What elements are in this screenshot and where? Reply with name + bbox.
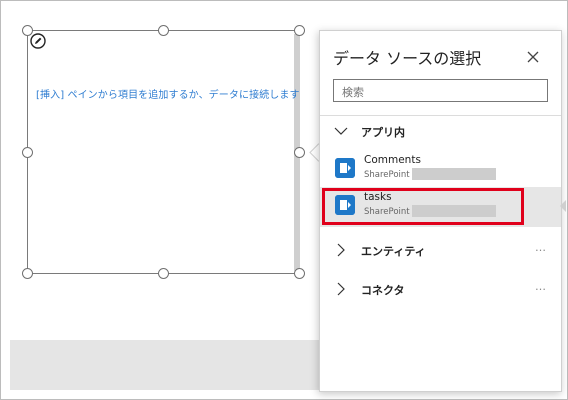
resize-handle-top-left[interactable] bbox=[22, 25, 33, 36]
sharepoint-list-icon bbox=[335, 158, 355, 178]
resize-handle-top[interactable] bbox=[158, 25, 169, 36]
panel-divider bbox=[320, 115, 561, 116]
gallery-control[interactable] bbox=[27, 30, 300, 274]
chevron-right-icon bbox=[337, 282, 345, 296]
search-input[interactable] bbox=[333, 79, 548, 102]
group-entities[interactable]: エンティティ … bbox=[333, 239, 548, 263]
resize-handle-bottom-left[interactable] bbox=[22, 268, 33, 279]
resize-handle-left[interactable] bbox=[22, 147, 33, 158]
resize-handle-right[interactable] bbox=[294, 147, 305, 158]
group-in-app[interactable]: アプリ内 bbox=[333, 120, 548, 144]
group-connectors[interactable]: コネクタ … bbox=[333, 278, 548, 302]
gallery-placeholder-text: [挿入] ペインから項目を追加するか、データに接続します bbox=[36, 90, 300, 101]
resize-handle-top-right[interactable] bbox=[294, 25, 305, 36]
annotation-highlight-box bbox=[322, 188, 524, 225]
group-label: アプリ内 bbox=[361, 126, 405, 139]
pencil-icon[interactable] bbox=[30, 33, 46, 49]
chevron-down-icon bbox=[334, 127, 348, 135]
group-label: コネクタ bbox=[361, 284, 405, 297]
chevron-right-icon bbox=[337, 243, 345, 257]
panel-title: データ ソースの選択 bbox=[333, 49, 482, 68]
close-icon[interactable] bbox=[525, 49, 541, 65]
more-options-icon[interactable]: … bbox=[535, 241, 546, 254]
panel-edge-caret-icon bbox=[560, 200, 566, 212]
group-label: エンティティ bbox=[361, 245, 426, 258]
data-source-comments[interactable]: Comments SharePoint - bbox=[320, 150, 561, 190]
data-source-type: SharePoint - bbox=[364, 170, 416, 180]
data-source-name: Comments bbox=[364, 154, 421, 166]
resize-handle-bottom-right[interactable] bbox=[294, 268, 305, 279]
redacted-site-url bbox=[412, 168, 496, 180]
resize-handle-bottom[interactable] bbox=[158, 268, 169, 279]
more-options-icon[interactable]: … bbox=[535, 280, 546, 293]
